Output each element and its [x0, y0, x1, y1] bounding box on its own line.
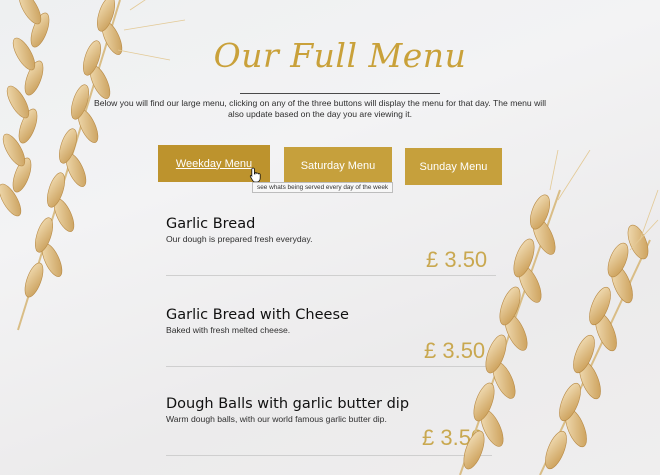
item-name: Garlic Bread: [166, 216, 256, 232]
saturday-menu-button[interactable]: Saturday Menu: [284, 147, 392, 184]
weekday-tooltip: see whats being served every day of the …: [252, 182, 394, 193]
item-description: Baked with fresh melted cheese.: [166, 325, 291, 335]
intro-text: Below you will find our large menu, clic…: [93, 98, 547, 119]
item-name: Dough Balls with garlic butter dip: [166, 396, 410, 412]
title-underline: [240, 93, 440, 94]
menu-item: Garlic Bread Our dough is prepared fresh…: [166, 216, 496, 244]
item-divider: [166, 366, 494, 367]
sunday-menu-button[interactable]: Sunday Menu: [405, 148, 502, 185]
item-price: £ 3.50: [424, 338, 486, 363]
pointer-cursor-icon: [249, 167, 261, 183]
item-divider: [166, 275, 496, 276]
item-price: £ 3.50: [422, 425, 484, 450]
menu-item: Dough Balls with garlic butter dip Warm …: [166, 396, 496, 424]
item-description: Warm dough balls, with our world famous …: [166, 414, 387, 424]
sunday-menu-label: Sunday Menu: [419, 160, 488, 173]
item-name: Garlic Bread with Cheese: [166, 307, 349, 323]
menu-item: Garlic Bread with Cheese Baked with fres…: [166, 307, 496, 335]
item-price: £ 3.50: [426, 247, 488, 272]
weekday-menu-label: Weekday Menu: [175, 157, 253, 170]
item-divider: [166, 455, 492, 456]
saturday-menu-label: Saturday Menu: [300, 159, 376, 172]
menu-page: Our Full Menu Below you will find our la…: [0, 0, 660, 475]
page-title: Our Full Menu: [213, 36, 467, 75]
item-description: Our dough is prepared fresh everyday.: [166, 234, 313, 244]
